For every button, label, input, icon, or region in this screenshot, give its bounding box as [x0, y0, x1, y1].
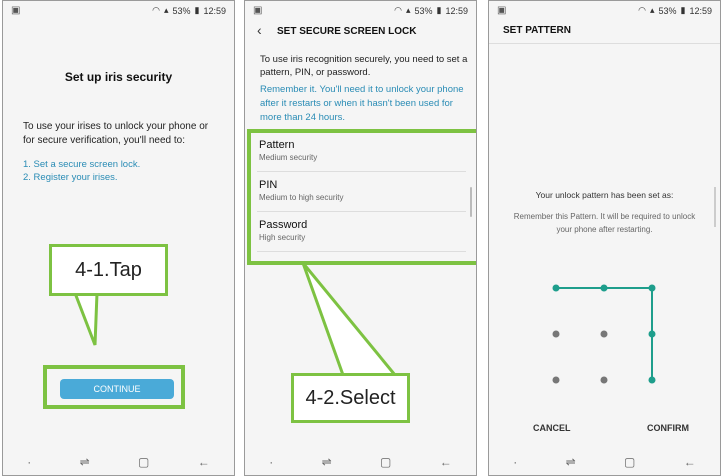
- callout-tap: 4-1.Tap: [49, 244, 168, 296]
- nav-dot-icon[interactable]: ·: [513, 455, 517, 469]
- page-title: Set up iris security: [64, 70, 173, 84]
- phone-screen-screen-lock: ▣ ◠ ▴ 53% ▮ 12:59 ‹ SET SECURE SCREEN LO…: [244, 0, 477, 476]
- pattern-set-message: Your unlock pattern has been set as:: [535, 190, 674, 200]
- status-bar: ▣ ◠ ▴ 53% ▮ 12:59: [3, 1, 234, 21]
- wifi-icon: ◠: [394, 5, 402, 15]
- pattern-dot-active: [552, 284, 560, 292]
- divider: [489, 43, 720, 44]
- pattern-dot: [552, 376, 560, 384]
- home-icon[interactable]: ▢: [138, 455, 149, 469]
- wifi-icon: ◠: [638, 5, 646, 15]
- description: To use iris recognition securely, you ne…: [260, 54, 468, 78]
- battery-icon: ▮: [436, 5, 442, 15]
- gallery-icon: ▣: [497, 5, 507, 16]
- page-title: SET PATTERN: [503, 25, 571, 36]
- signal-icon: ▴: [405, 5, 411, 15]
- pattern-dot: [552, 330, 560, 338]
- step-item: 1. Set a secure screen lock.: [23, 159, 141, 170]
- pattern-dot: [600, 376, 608, 384]
- gallery-icon: ▣: [11, 5, 21, 16]
- phone-screen-iris-setup: ▣ ◠ ▴ 53% ▮ 12:59 Set up iris security T…: [2, 0, 235, 476]
- recents-icon[interactable]: ⇌: [80, 455, 90, 469]
- nav-dot-icon[interactable]: ·: [269, 455, 273, 469]
- nav-bar: · ⇌ ▢ ←: [245, 449, 476, 475]
- back-icon[interactable]: ←: [684, 455, 696, 469]
- status-bar: ▣ ◠ ▴ 53% ▮ 12:59: [489, 1, 720, 21]
- pattern-grid: [552, 284, 656, 384]
- cancel-button[interactable]: CANCEL: [533, 423, 571, 433]
- intro-text: To use your irises to unlock your phone …: [23, 121, 209, 146]
- nav-dot-icon[interactable]: ·: [27, 455, 31, 469]
- back-arrow-icon[interactable]: ‹: [257, 22, 262, 38]
- steps-list: 1. Set a secure screen lock. 2. Register…: [23, 158, 140, 184]
- step-item: 2. Register your irises.: [23, 172, 118, 183]
- signal-icon: ▴: [163, 5, 169, 15]
- battery-icon: ▮: [680, 5, 686, 15]
- page-title: SET SECURE SCREEN LOCK: [277, 26, 417, 37]
- confirm-button[interactable]: CONFIRM: [647, 423, 689, 433]
- pattern-dot-active: [648, 284, 656, 292]
- clock: 12:59: [203, 5, 226, 16]
- highlight-box: [247, 129, 476, 265]
- pattern-dot-active: [648, 330, 656, 338]
- home-icon[interactable]: ▢: [624, 455, 635, 469]
- pattern-reminder: Remember this Pattern. It will be requir…: [513, 212, 696, 234]
- back-icon[interactable]: ←: [198, 455, 210, 469]
- gallery-icon: ▣: [253, 5, 263, 16]
- battery-percent: 53%: [172, 5, 191, 16]
- highlight-box: [43, 365, 185, 409]
- recents-icon[interactable]: ⇌: [566, 455, 576, 469]
- pattern-dot-active: [648, 376, 656, 384]
- reminder-note: Remember it. You'll need it to unlock yo…: [260, 84, 464, 123]
- callout-pointer: [301, 263, 399, 377]
- home-icon[interactable]: ▢: [380, 455, 391, 469]
- clock: 12:59: [445, 5, 468, 16]
- header: ‹ SET SECURE SCREEN LOCK: [245, 19, 476, 45]
- recents-icon[interactable]: ⇌: [322, 455, 332, 469]
- callout-select: 4-2.Select: [291, 373, 410, 423]
- back-icon[interactable]: ←: [440, 455, 452, 469]
- battery-icon: ▮: [194, 5, 200, 15]
- footer-actions: CANCEL CONFIRM: [489, 419, 720, 439]
- nav-bar: · ⇌ ▢ ←: [489, 449, 720, 475]
- pattern-dot: [600, 330, 608, 338]
- status-bar: ▣ ◠ ▴ 53% ▮ 12:59: [245, 1, 476, 21]
- clock: 12:59: [689, 5, 712, 16]
- nav-bar: · ⇌ ▢ ←: [3, 449, 234, 475]
- signal-icon: ▴: [649, 5, 655, 15]
- wifi-icon: ◠: [152, 5, 160, 15]
- header: SET PATTERN: [489, 19, 720, 45]
- phone-screen-set-pattern: ▣ ◠ ▴ 53% ▮ 12:59 SET PATTERN Your unloc…: [488, 0, 721, 476]
- battery-percent: 53%: [658, 5, 677, 16]
- battery-percent: 53%: [414, 5, 433, 16]
- pattern-dot-active: [600, 284, 608, 292]
